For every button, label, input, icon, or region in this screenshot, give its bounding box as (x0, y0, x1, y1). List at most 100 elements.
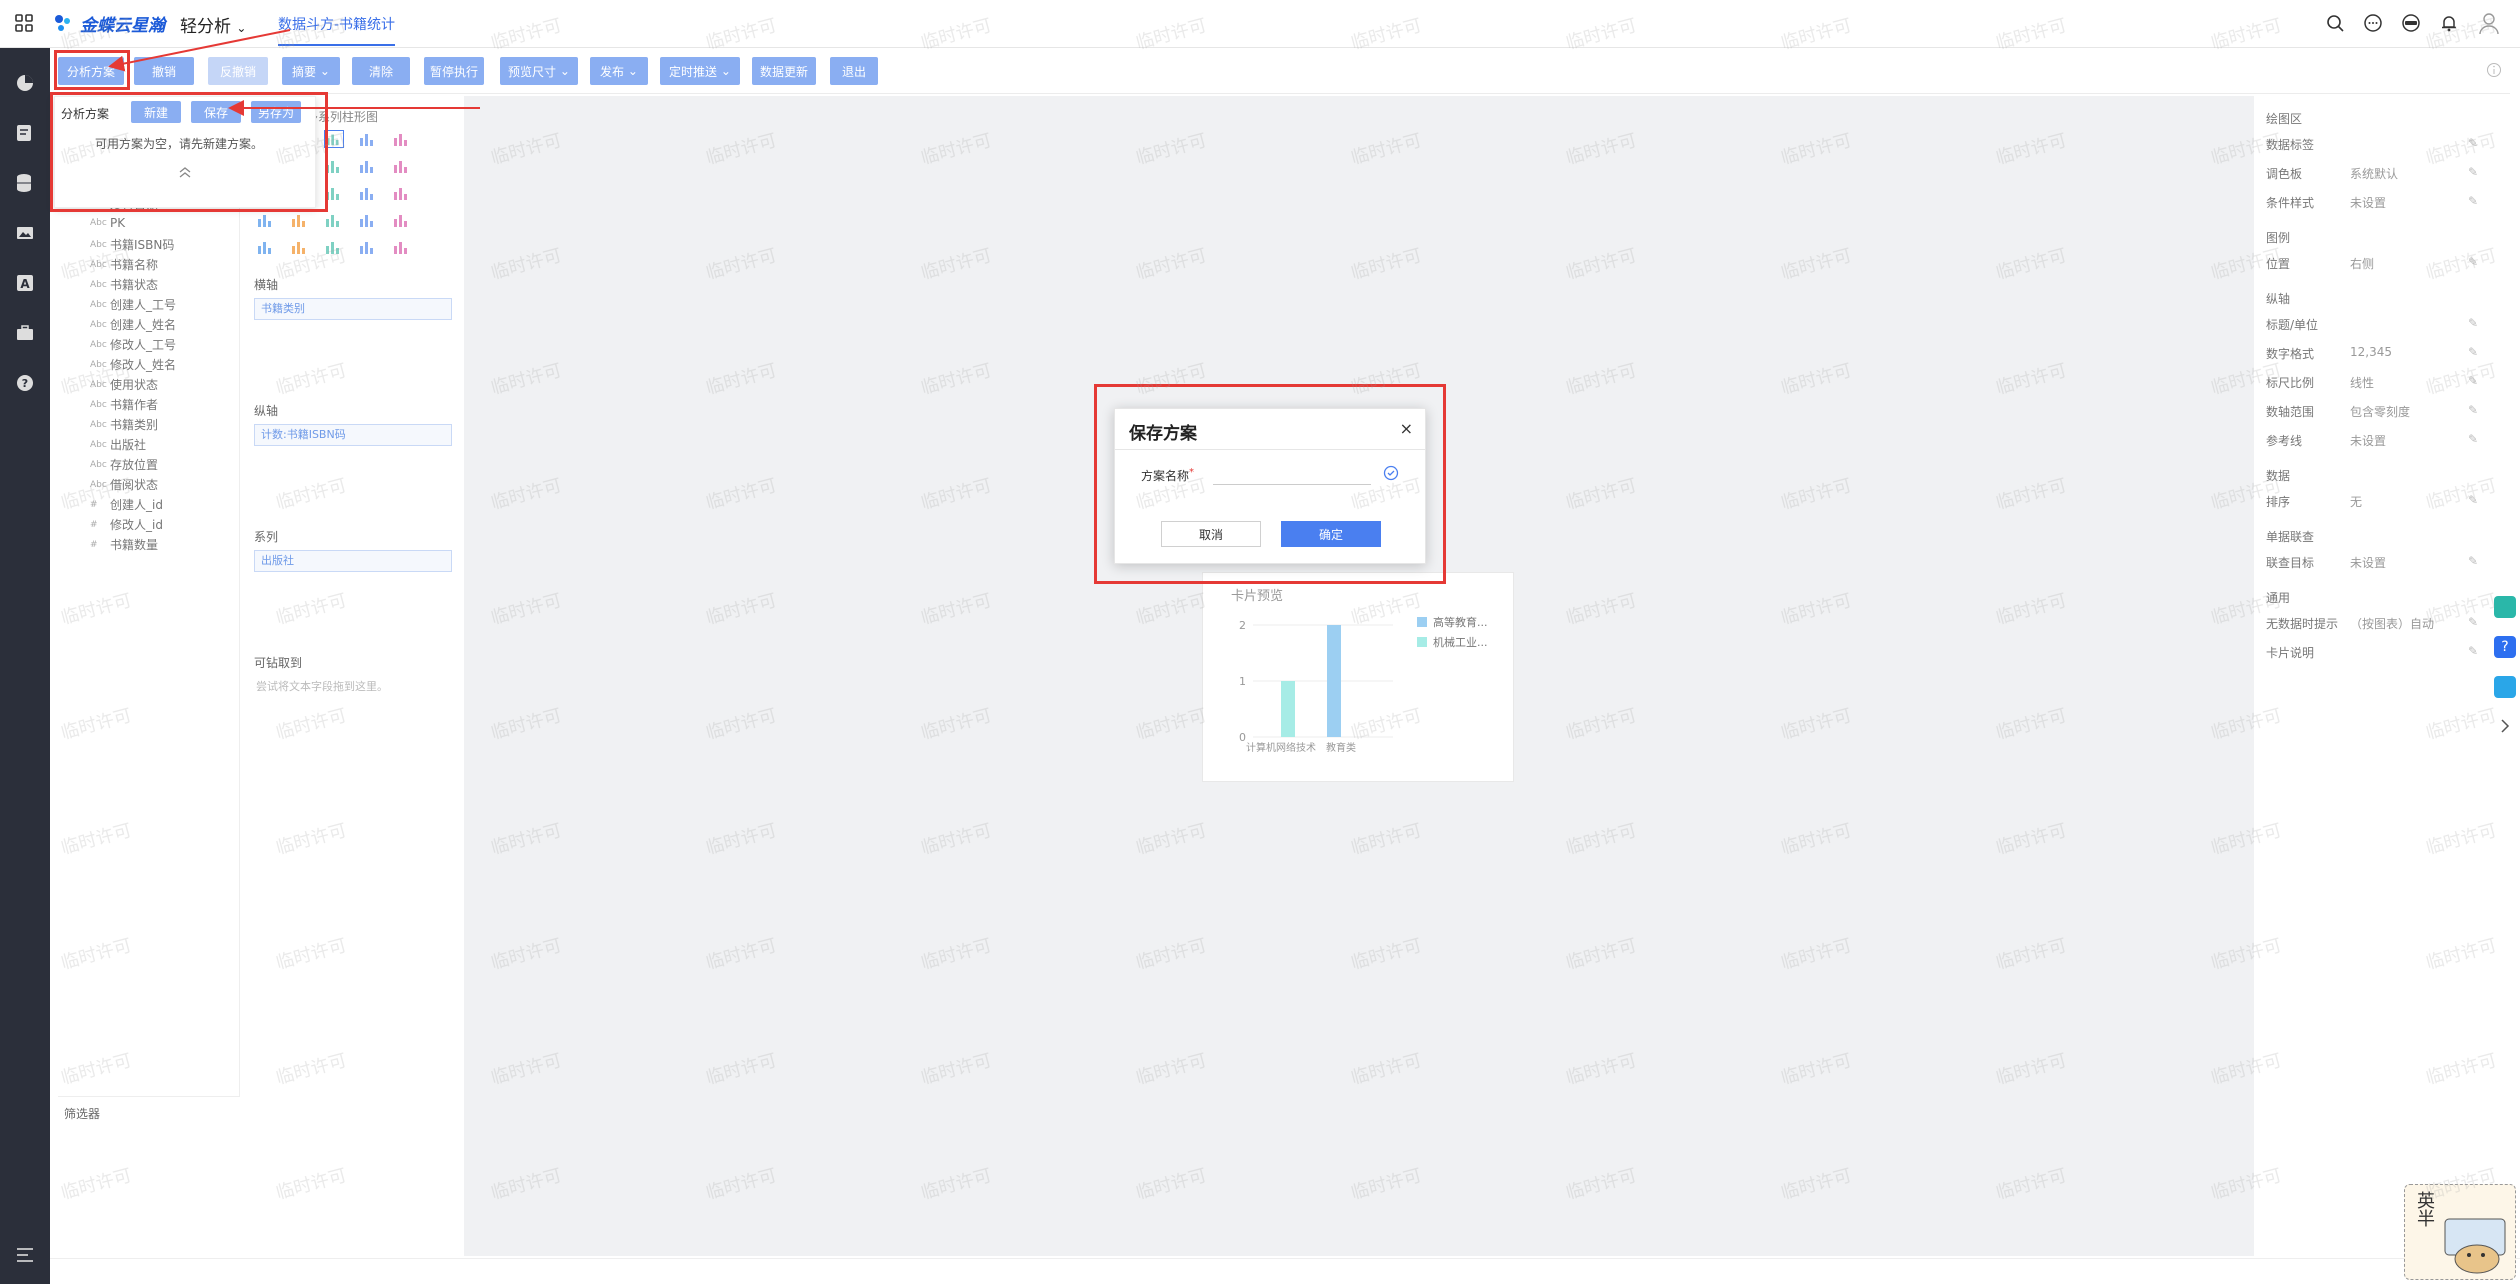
property-value[interactable]: 系统默认 (2350, 165, 2398, 182)
waterfall-icon[interactable] (392, 184, 412, 202)
check-circle-icon (1383, 465, 1399, 481)
text-field-icon: Abc (90, 339, 107, 350)
column-chart-icon[interactable] (358, 130, 378, 148)
heatmap-icon[interactable] (392, 211, 412, 229)
field-item[interactable]: Abc 书籍名称 (90, 256, 158, 273)
image-icon[interactable] (14, 222, 36, 244)
text-a-icon[interactable]: A (14, 272, 36, 294)
edit-icon[interactable]: ✎ (2468, 165, 2478, 179)
field-item[interactable]: Abc 借阅状态 (90, 476, 158, 493)
field-item[interactable]: Abc 修改人_工号 (90, 336, 176, 353)
database-icon[interactable] (14, 172, 36, 194)
scheduled-push-button[interactable]: 定时推送 ⌄ (660, 57, 740, 85)
funnel-icon[interactable] (256, 211, 276, 229)
radar-icon[interactable] (290, 238, 310, 256)
preview-size-button[interactable]: 预览尺寸 ⌄ (500, 57, 578, 85)
question-icon[interactable]: ? (14, 372, 36, 394)
field-item[interactable]: Abc 书籍作者 (90, 396, 158, 413)
property-value[interactable]: 未设置 (2350, 194, 2386, 211)
confirm-button[interactable]: 确定 (1281, 521, 1381, 547)
pie-chart-icon[interactable] (290, 211, 310, 229)
info-icon[interactable] (2486, 62, 2502, 78)
plan-name-input[interactable] (1213, 461, 1371, 485)
field-item[interactable]: Abc 存放位置 (90, 456, 158, 473)
filter-panel: 筛选器 (58, 1096, 240, 1256)
property-value[interactable]: 12,345 (2350, 345, 2392, 359)
stacked-column-icon[interactable] (392, 130, 412, 148)
search-icon[interactable] (2324, 12, 2346, 34)
field-item[interactable]: # 书籍数量 (90, 536, 158, 553)
collapse-menu-icon[interactable] (14, 1244, 36, 1266)
area-chart-icon[interactable] (392, 157, 412, 175)
data-refresh-button[interactable]: 数据更新 (752, 57, 816, 85)
field-label: 书籍名称 (110, 258, 159, 272)
cancel-button[interactable]: 取消 (1161, 521, 1261, 547)
edit-icon[interactable]: ✎ (2468, 345, 2478, 359)
series-field[interactable]: 出版社 (254, 550, 452, 572)
map-icon[interactable] (358, 238, 378, 256)
property-value[interactable]: 右侧 (2350, 255, 2374, 272)
svg-text:?: ? (22, 377, 28, 390)
field-item[interactable]: Abc 创建人_姓名 (90, 316, 176, 333)
row-axis-field[interactable]: 书籍类别 (254, 298, 452, 320)
ring-icon[interactable] (324, 211, 344, 229)
histogram-icon[interactable] (358, 184, 378, 202)
property-value[interactable]: 未设置 (2350, 432, 2386, 449)
wave-icon[interactable] (392, 238, 412, 256)
publish-button[interactable]: 发布 ⌄ (590, 57, 648, 85)
cat-sticker: 英半 (2404, 1184, 2516, 1280)
field-item[interactable]: Abc 出版社 (90, 436, 146, 453)
property-value[interactable]: 包含零刻度 (2350, 403, 2410, 420)
edit-icon[interactable]: ✎ (2468, 255, 2478, 269)
globe-icon[interactable] (358, 211, 378, 229)
gauge-icon[interactable] (256, 238, 276, 256)
property-value[interactable]: （按图表）自动 (2350, 615, 2434, 632)
edit-icon[interactable]: ✎ (2468, 554, 2478, 568)
user-avatar[interactable] (2476, 10, 2502, 36)
card-preview[interactable]: 卡片预览 0 1 2 计算机网络技术 教育类 高等教育... 机械工业... (1202, 572, 1514, 782)
edit-icon[interactable]: ✎ (2468, 615, 2478, 629)
filter-title: 筛选器 (64, 1107, 101, 1121)
exit-button[interactable]: 退出 (830, 57, 878, 85)
chevron-right-icon[interactable] (2498, 716, 2512, 736)
x-tick-label: 教育类 (1326, 741, 1356, 754)
required-mark: * (1189, 467, 1195, 478)
text-field-icon: Abc (90, 359, 107, 370)
field-label: 存放位置 (110, 458, 159, 472)
edit-icon[interactable]: ✎ (2468, 374, 2478, 388)
edit-icon[interactable]: ✎ (2468, 136, 2478, 150)
toolbox-icon[interactable] (14, 322, 36, 344)
edit-icon[interactable]: ✎ (2468, 432, 2478, 446)
combo-icon[interactable] (324, 238, 344, 256)
edit-icon[interactable]: ✎ (2468, 316, 2478, 330)
assistant-icon[interactable] (2494, 596, 2516, 618)
top-icon-group (2324, 12, 2460, 34)
edit-icon[interactable]: ✎ (2468, 493, 2478, 507)
edit-icon[interactable]: ✎ (2468, 403, 2478, 417)
field-item[interactable]: Abc 创建人_工号 (90, 296, 176, 313)
field-item[interactable]: Abc 书籍状态 (90, 276, 158, 293)
help-float-icon[interactable]: ? (2494, 636, 2516, 658)
annotation-arrows (108, 29, 480, 116)
field-item[interactable]: Abc 使用状态 (90, 376, 158, 393)
col-axis-field[interactable]: 计数:书籍ISBN码 (254, 424, 452, 446)
close-icon[interactable]: × (1400, 419, 1413, 438)
field-item[interactable]: # 创建人_id (90, 496, 163, 513)
area-icon[interactable] (358, 157, 378, 175)
edit-icon[interactable]: ✎ (2468, 644, 2478, 658)
edit-icon[interactable]: ✎ (2468, 194, 2478, 208)
property-value[interactable]: 未设置 (2350, 554, 2386, 571)
field-item[interactable]: Abc 书籍ISBN码 (90, 236, 174, 253)
field-item[interactable]: Abc 修改人_姓名 (90, 356, 176, 373)
dialog-divider (1115, 449, 1425, 450)
field-item[interactable]: Abc 书籍类别 (90, 416, 158, 433)
field-item[interactable]: Abc PK (90, 216, 125, 230)
field-item[interactable]: # 修改人_id (90, 516, 163, 533)
property-value[interactable]: 无 (2350, 493, 2362, 510)
col-axis-label: 纵轴 (254, 404, 279, 418)
cloud-icon[interactable] (2494, 676, 2516, 698)
message-icon[interactable] (2362, 12, 2384, 34)
property-value[interactable]: 线性 (2350, 374, 2374, 391)
bell-icon[interactable] (2438, 12, 2460, 34)
help-center-icon[interactable] (2400, 12, 2422, 34)
